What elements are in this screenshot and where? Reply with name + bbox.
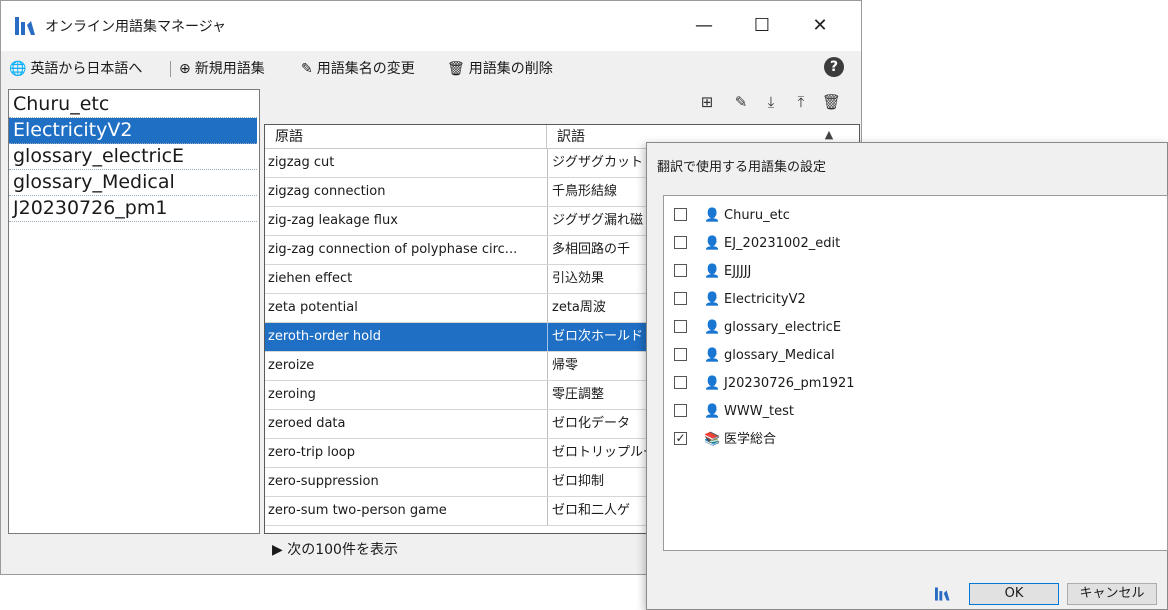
checkbox[interactable] [674, 376, 687, 389]
source-term-cell: ziehen effect [268, 271, 353, 286]
glossary-item[interactable]: glossary_Medical [9, 170, 257, 196]
dialog-item-label: glossary_electricE [724, 320, 842, 335]
checkbox[interactable] [674, 236, 687, 249]
book-stack-icon: 📚 [704, 432, 721, 447]
checkbox[interactable] [674, 292, 687, 305]
checkbox[interactable]: ✓ [674, 432, 687, 445]
user-icon: 👤 [704, 320, 721, 335]
source-term-cell: zig-zag leakage flux [268, 213, 398, 228]
delete-glossary-button[interactable]: 🗑 用語集の削除 [447, 59, 553, 79]
direction-label: 英語から日本語へ [30, 61, 143, 77]
dialog-title: 翻訳で使用する用語集の設定 [657, 160, 827, 175]
user-icon: 👤 [704, 404, 721, 419]
glossary-item[interactable]: J20230726_pm1 [9, 196, 257, 222]
glossary-settings-dialog: 翻訳で使用する用語集の設定 👤 Churu_etc 👤 EJ_20231002_edi… [646, 142, 1168, 610]
rename-glossary-button[interactable]: ✎ 用語集名の変更 [301, 59, 415, 79]
glossary-item[interactable]: glossary_electricE [9, 144, 257, 170]
maximize-button[interactable]: ☐ [739, 11, 785, 41]
source-term-cell: zeta potential [268, 300, 358, 315]
glossary-list: Churu_etc ElectricityV2 glossary_electri… [8, 89, 260, 534]
checkbox[interactable] [674, 404, 687, 417]
user-icon: 👤 [704, 292, 721, 307]
menu-bar: 🌐 英語から日本語へ ⊕ 新規用語集 ✎ 用語集名の変更 🗑 用語集の削除 [1, 51, 861, 85]
app-logo-icon [935, 587, 950, 601]
source-term-cell: zeroing [268, 387, 316, 402]
header-source[interactable]: 原語 [265, 125, 547, 149]
window-title: オンライン用語集マネージャ [45, 19, 227, 35]
rename-glossary-label: 用語集名の変更 [316, 61, 415, 77]
new-glossary-button[interactable]: ⊕ 新規用語集 [179, 59, 265, 79]
delete-term-icon[interactable]: 🗑 [822, 93, 841, 111]
dialog-item-label: glossary_Medical [724, 348, 835, 363]
upload-icon[interactable]: ⤒ [792, 93, 810, 111]
checkbox[interactable] [674, 208, 687, 221]
dialog-glossary-list: 👤 Churu_etc 👤 EJ_20231002_edit 👤 EJJJJJ 👤 Elect… [663, 195, 1168, 551]
source-term-cell: zero-trip loop [268, 445, 355, 460]
trash-icon: 🗑 [447, 61, 465, 77]
app-logo-icon [15, 17, 35, 35]
download-icon[interactable]: ⤓ [762, 93, 780, 111]
menu-separator [170, 61, 171, 77]
checkbox[interactable] [674, 264, 687, 277]
edit-term-icon[interactable]: ✎ [732, 93, 750, 111]
delete-glossary-label: 用語集の削除 [468, 61, 553, 77]
pencil-icon: ✎ [301, 61, 313, 77]
globe-icon: 🌐 [9, 61, 27, 77]
source-term-cell: zeroed data [268, 416, 346, 431]
dialog-item-label: 医学総合 [724, 432, 777, 447]
add-glossary-icon: ⊕ [179, 61, 191, 77]
cancel-button[interactable]: キャンセル [1067, 583, 1157, 605]
source-term-cell: zigzag connection [268, 184, 386, 199]
source-term-cell: zigzag cut [268, 155, 335, 170]
glossary-item-selected[interactable]: ElectricityV2 [9, 118, 257, 144]
title-bar: オンライン用語集マネージャ — ☐ ✕ [1, 1, 861, 51]
source-term-cell: zero-suppression [268, 474, 379, 489]
show-next-link[interactable]: ▶ 次の100件を表示 [272, 540, 398, 560]
checkbox[interactable] [674, 348, 687, 361]
source-term-cell: zero-sum two-person game [268, 503, 447, 518]
source-term-cell: zeroize [268, 358, 315, 373]
user-icon: 👤 [704, 236, 721, 251]
source-term-cell: zeroth-order hold [268, 329, 381, 344]
dialog-item-label: WWW_test [724, 404, 795, 419]
direction-button[interactable]: 🌐 英語から日本語へ [9, 59, 142, 79]
help-icon[interactable]: ? [824, 57, 844, 77]
minimize-button[interactable]: — [681, 11, 727, 41]
glossary-item[interactable]: Churu_etc [9, 92, 257, 118]
dialog-item-label: ElectricityV2 [724, 292, 806, 307]
checkbox[interactable] [674, 320, 687, 333]
user-icon: 👤 [704, 264, 721, 279]
dialog-item-label: J20230726_pm1921 [724, 376, 855, 391]
user-icon: 👤 [704, 376, 721, 391]
dialog-item-label: EJ_20231002_edit [724, 236, 841, 251]
add-term-icon[interactable]: ⊞ [698, 93, 716, 111]
user-icon: 👤 [704, 348, 721, 363]
source-term-cell: zig-zag connection of polyphase circ... [268, 242, 518, 257]
scroll-up-arrow-icon[interactable]: ▲ [822, 128, 836, 142]
ok-button[interactable]: OK [969, 583, 1059, 605]
new-glossary-label: 新規用語集 [194, 61, 265, 77]
close-button[interactable]: ✕ [797, 11, 843, 41]
user-icon: 👤 [704, 208, 721, 223]
dialog-item-label: Churu_etc [724, 208, 790, 223]
dialog-item-label: EJJJJJ [724, 264, 752, 279]
